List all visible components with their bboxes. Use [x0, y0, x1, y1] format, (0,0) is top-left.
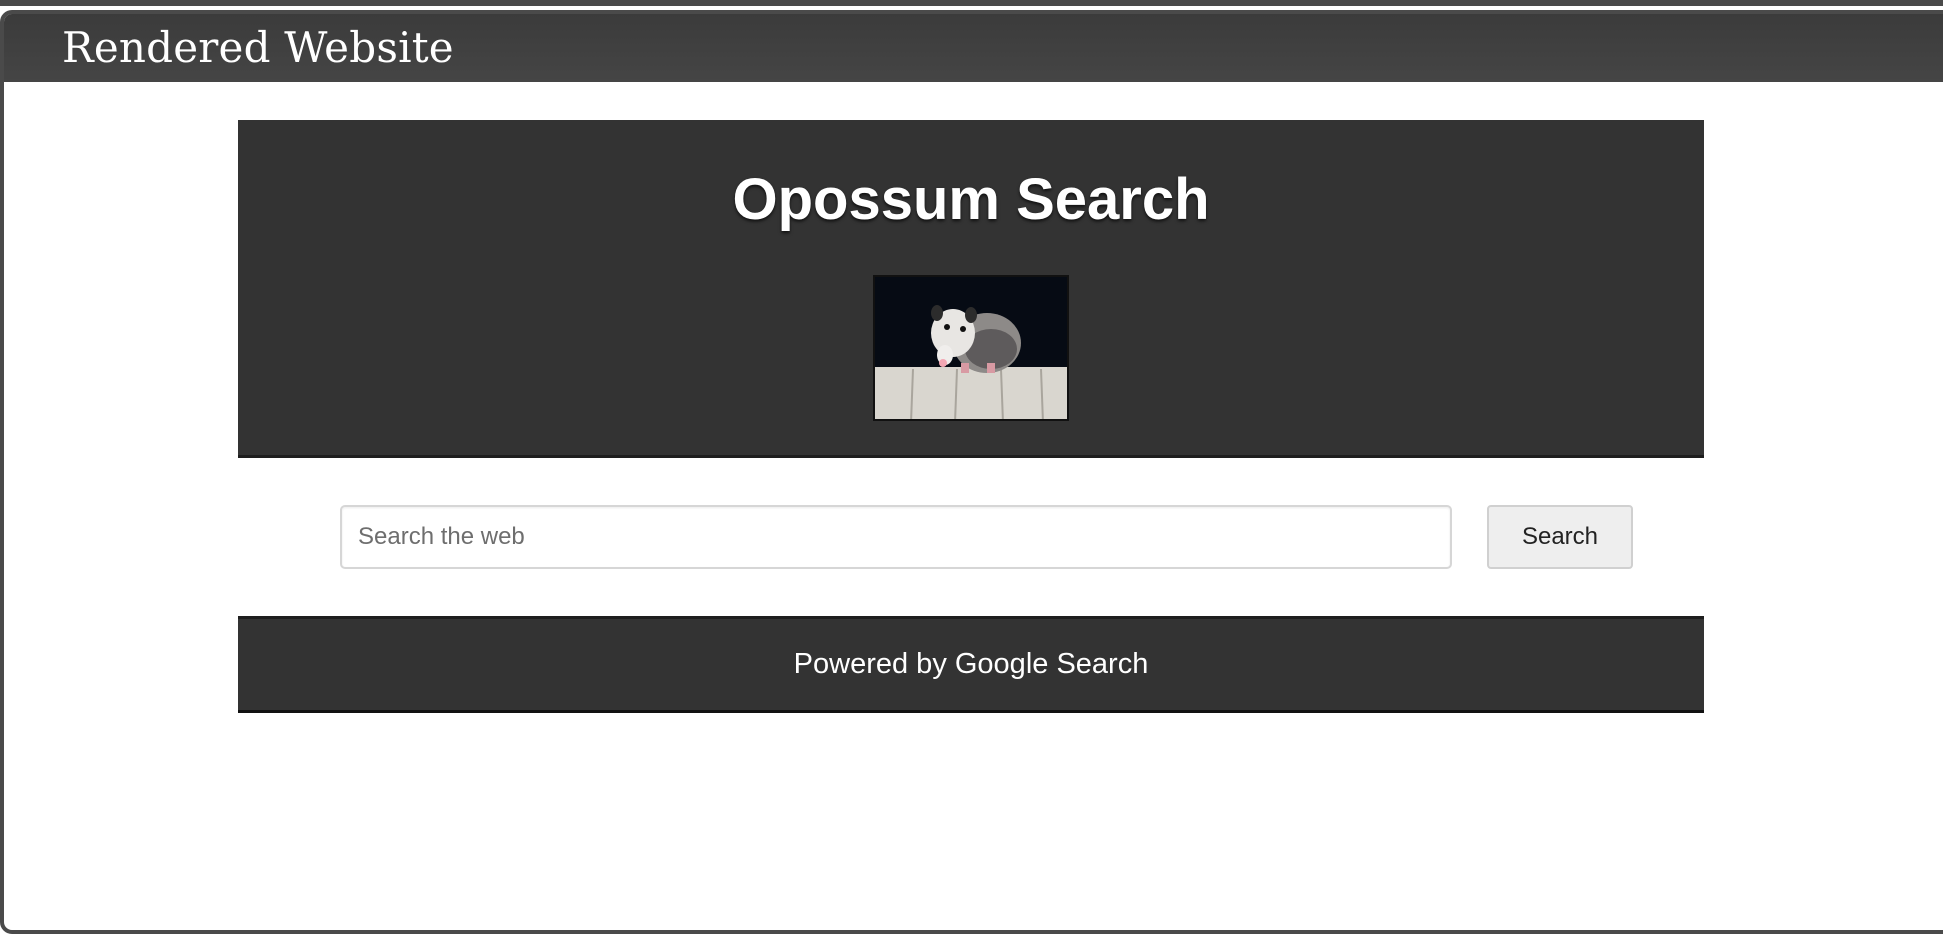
- website: Opossum Search Search the web Search Pow…: [238, 120, 1704, 713]
- site-footer: Powered by Google Search: [238, 616, 1704, 713]
- search-input[interactable]: [340, 505, 1452, 569]
- frame-title: Rendered Website: [4, 14, 1943, 82]
- search-form: Search: [238, 458, 1704, 616]
- opossum-logo-image: [873, 275, 1069, 421]
- opossum-icon: [875, 277, 1067, 419]
- footer-text: Powered by Google Search: [793, 648, 1149, 680]
- render-frame: Rendered Website Opossum Search Search t…: [0, 10, 1943, 934]
- site-title: Opossum Search: [732, 167, 1210, 232]
- top-divider: [0, 0, 1943, 8]
- site-header: Opossum Search: [238, 120, 1704, 458]
- search-button[interactable]: Search: [1487, 505, 1633, 569]
